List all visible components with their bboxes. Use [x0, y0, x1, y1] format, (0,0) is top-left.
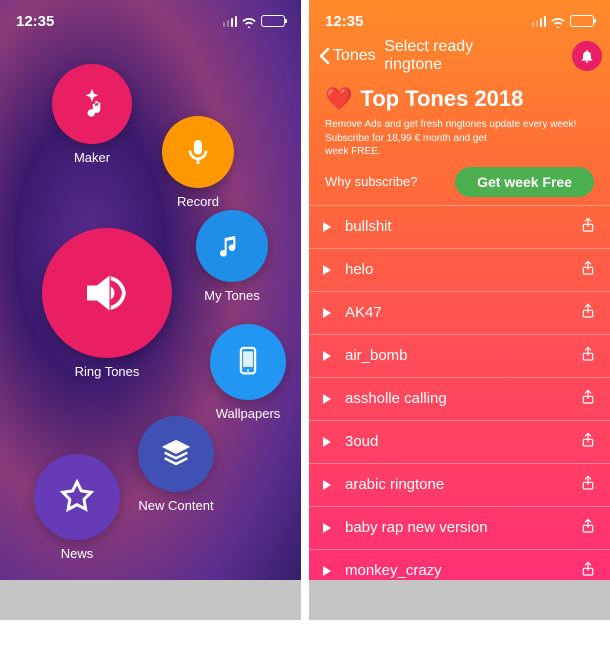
promo-title-text: Top Tones 2018	[360, 86, 523, 112]
layers-icon	[159, 437, 193, 471]
nav-back-label: Tones	[333, 47, 376, 65]
record-button[interactable]: Record	[162, 116, 234, 188]
share-icon	[580, 517, 596, 535]
wifi-icon	[241, 15, 257, 27]
share-icon	[580, 216, 596, 234]
maker-button[interactable]: Maker	[52, 64, 132, 144]
phone-wallpaper-icon	[231, 345, 265, 379]
battery-icon	[261, 15, 285, 27]
nav-back-button[interactable]: Tones	[319, 47, 376, 65]
news-button[interactable]: News	[34, 454, 120, 540]
tone-name: assholle calling	[345, 390, 580, 407]
ringtones-label: Ring Tones	[75, 364, 140, 379]
tone-name: 3oud	[345, 433, 580, 450]
record-label: Record	[177, 194, 219, 209]
music-notes-icon	[216, 230, 248, 262]
tone-row[interactable]: bullshit	[309, 205, 610, 248]
tone-name: helo	[345, 261, 580, 278]
mytones-button[interactable]: My Tones	[196, 210, 268, 282]
share-button[interactable]	[580, 474, 596, 496]
tone-name: arabic ringtone	[345, 476, 580, 493]
maker-label: Maker	[74, 150, 110, 165]
play-icon	[323, 308, 331, 318]
play-icon	[323, 222, 331, 232]
tone-row[interactable]: helo	[309, 248, 610, 291]
status-indicators	[223, 15, 286, 27]
share-button[interactable]	[580, 302, 596, 324]
share-button[interactable]	[580, 388, 596, 410]
star-icon	[57, 477, 97, 517]
tones-list-screen: 12:35 Tones Select ready ringtone ❤️ Top…	[309, 0, 610, 620]
status-time: 12:35	[325, 13, 363, 30]
bell-icon	[579, 48, 595, 64]
status-indicators	[532, 15, 595, 27]
status-time: 12:35	[16, 13, 54, 30]
battery-icon	[570, 15, 594, 27]
status-bar: 12:35	[309, 0, 610, 36]
share-icon	[580, 388, 596, 406]
share-button[interactable]	[580, 259, 596, 281]
cellular-icon	[532, 16, 547, 27]
share-icon	[580, 560, 596, 578]
tone-name: air_bomb	[345, 347, 580, 364]
tone-row[interactable]: assholle calling	[309, 377, 610, 420]
play-icon	[323, 437, 331, 447]
play-icon	[323, 480, 331, 490]
newcontent-button[interactable]: New Content	[138, 416, 214, 492]
share-icon	[580, 431, 596, 449]
share-icon	[580, 474, 596, 492]
share-icon	[580, 302, 596, 320]
microphone-icon	[182, 136, 214, 168]
status-bar: 12:35	[0, 0, 301, 36]
tone-name: monkey_crazy	[345, 562, 580, 579]
promo-banner: ❤️ Top Tones 2018 Remove Ads and get fre…	[309, 76, 610, 205]
tone-list: bullshit helo AK47 air_bomb assholle calling…	[309, 205, 610, 621]
play-icon	[323, 523, 331, 533]
wallpapers-button[interactable]: Wallpapers	[210, 324, 286, 400]
share-icon	[580, 345, 596, 363]
chevron-left-icon	[319, 47, 331, 65]
share-button[interactable]	[580, 345, 596, 367]
promo-title: ❤️ Top Tones 2018	[325, 86, 594, 112]
play-icon	[323, 394, 331, 404]
ringtones-button[interactable]: Ring Tones	[42, 228, 172, 358]
bubble-menu: Maker Record My Tones Ring Tones Wallpap…	[0, 36, 301, 596]
footer-placeholder	[0, 580, 301, 620]
sparkle-note-icon	[74, 86, 110, 122]
tone-row[interactable]: air_bomb	[309, 334, 610, 377]
newcontent-label: New Content	[138, 498, 213, 513]
share-button[interactable]	[580, 517, 596, 539]
notifications-button[interactable]	[572, 41, 602, 71]
share-button[interactable]	[580, 560, 596, 582]
share-icon	[580, 259, 596, 277]
tone-row[interactable]: baby rap new version	[309, 506, 610, 549]
tone-row[interactable]: arabic ringtone	[309, 463, 610, 506]
promo-description: Remove Ads and get fresh ringtones updat…	[325, 118, 594, 159]
news-label: News	[61, 546, 94, 561]
tone-name: bullshit	[345, 218, 580, 235]
tone-row[interactable]: 3oud	[309, 420, 610, 463]
play-icon	[323, 351, 331, 361]
heart-icon: ❤️	[325, 86, 352, 112]
play-icon	[323, 265, 331, 275]
get-week-free-button[interactable]: Get week Free	[455, 167, 594, 197]
home-screen: 12:35 Maker Record My Tones Ring Tones W…	[0, 0, 301, 620]
nav-bar: Tones Select ready ringtone	[309, 36, 610, 76]
footer-placeholder	[309, 580, 610, 620]
why-subscribe-link[interactable]: Why subscribe?	[325, 174, 417, 189]
speaker-icon	[77, 263, 137, 323]
play-icon	[323, 566, 331, 576]
mytones-label: My Tones	[204, 288, 259, 303]
share-button[interactable]	[580, 216, 596, 238]
tone-row[interactable]: AK47	[309, 291, 610, 334]
wallpapers-label: Wallpapers	[216, 406, 281, 421]
tone-name: AK47	[345, 304, 580, 321]
cellular-icon	[223, 16, 238, 27]
nav-title: Select ready ringtone	[384, 38, 535, 74]
tone-name: baby rap new version	[345, 519, 580, 536]
share-button[interactable]	[580, 431, 596, 453]
wifi-icon	[550, 15, 566, 27]
